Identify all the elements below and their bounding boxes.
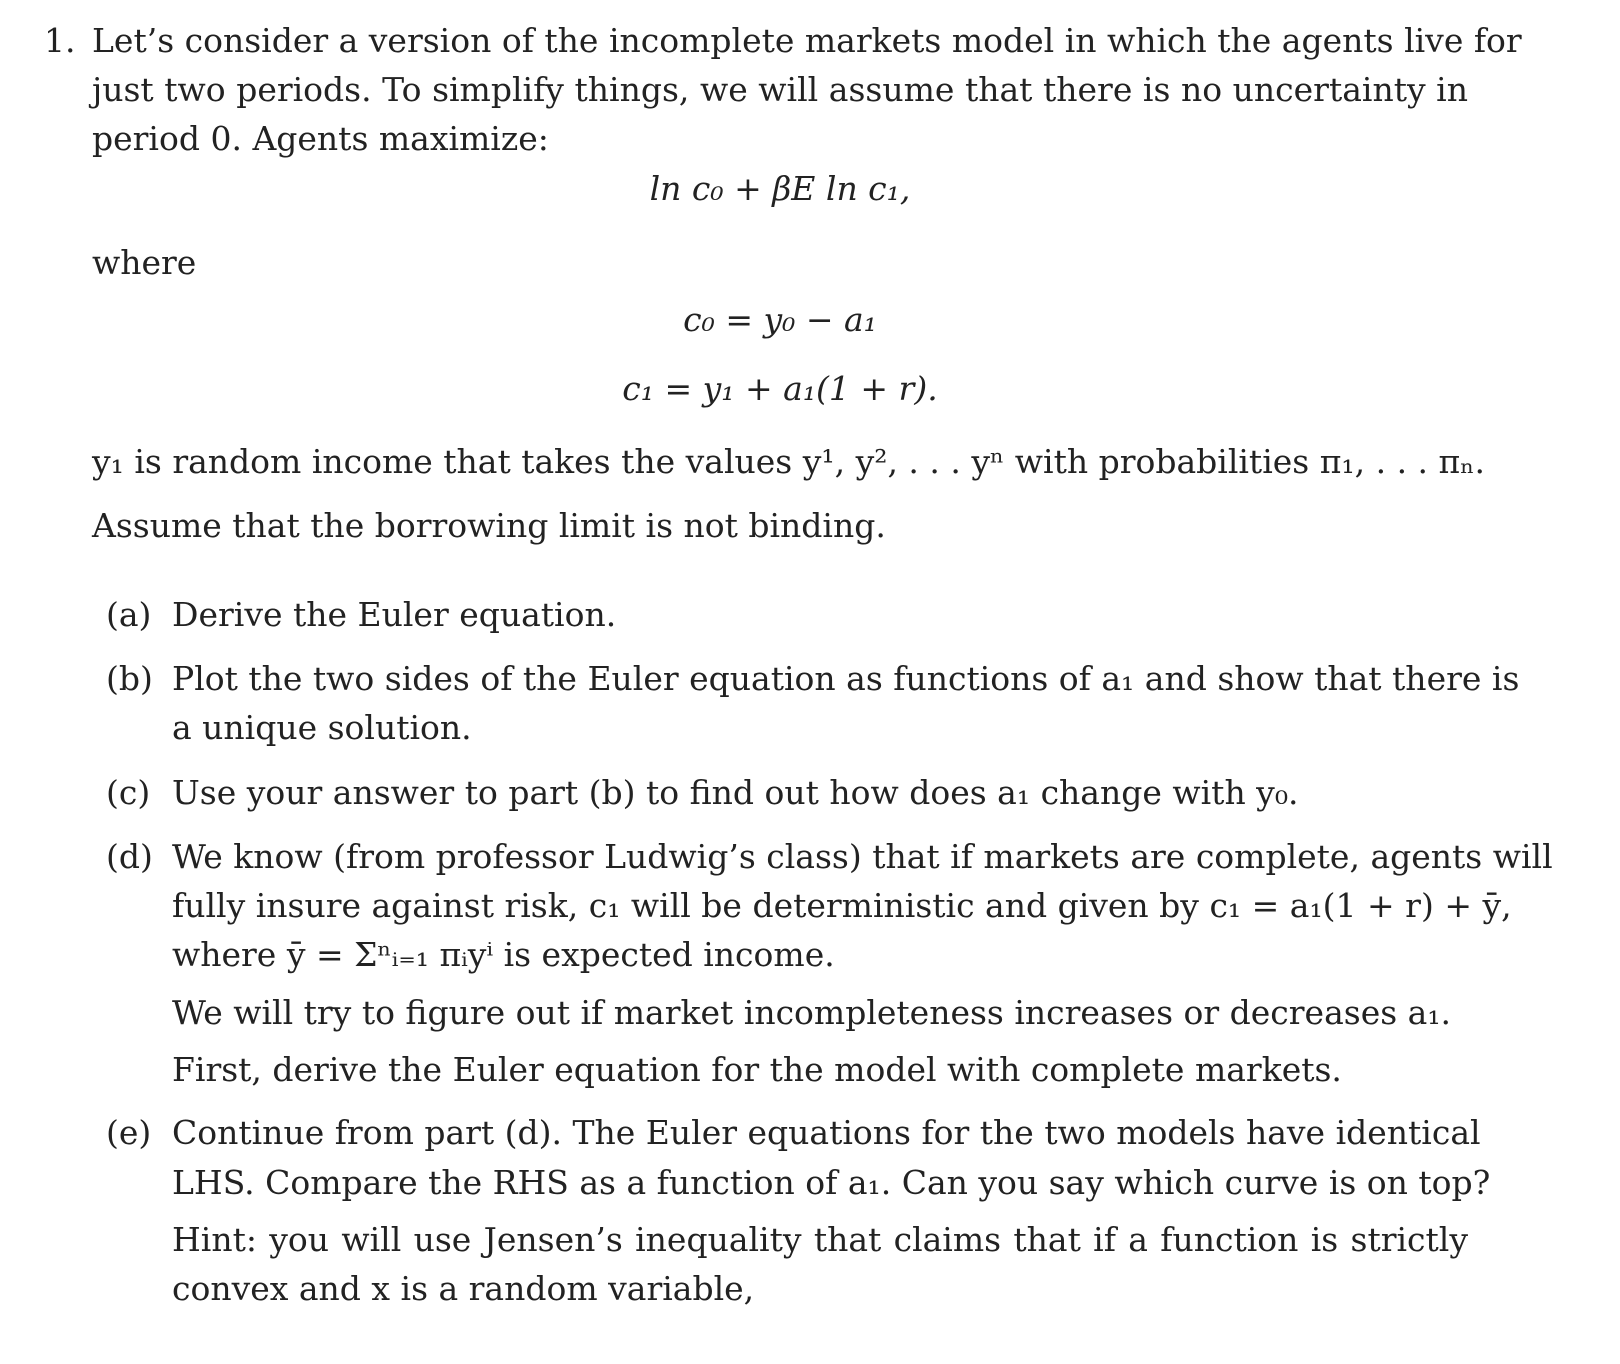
part-e-line-4: convex and x is a random variable, xyxy=(172,1269,755,1308)
part-d-label: (d) xyxy=(106,837,153,876)
part-a-line-1: Derive the Euler equation. xyxy=(172,595,617,634)
intro-line-2: just two periods. To simplify things, we… xyxy=(92,70,1468,109)
part-e-line-1: Continue from part (d). The Euler equati… xyxy=(172,1113,1481,1152)
where-label: where xyxy=(92,243,197,282)
part-e-line-3: Hint: you will use Jensen’s inequality t… xyxy=(172,1220,1468,1259)
constraint-c1: c₁ = y₁ + a₁(1 + r). xyxy=(622,369,938,408)
part-b-line-2: a unique solution. xyxy=(172,708,472,747)
part-d-line-4: We will try to figure out if market inco… xyxy=(172,993,1452,1032)
objective-equation: ln c₀ + βE ln c₁, xyxy=(649,169,911,208)
part-c-label: (c) xyxy=(106,773,151,812)
part-d-line-1: We know (from professor Ludwig’s class) … xyxy=(172,837,1553,876)
part-e-line-2: LHS. Compare the RHS as a function of a₁… xyxy=(172,1163,1491,1202)
part-b-label: (b) xyxy=(106,659,153,698)
constraint-c0: c₀ = y₀ − a₁ xyxy=(683,300,877,339)
part-c-line-1: Use your answer to part (b) to find out … xyxy=(172,773,1299,812)
problem-page: 1. Let’s consider a version of the incom… xyxy=(0,0,1620,1364)
intro-line-3: period 0. Agents maximize: xyxy=(92,119,549,158)
part-d-line-3: where ȳ = Σⁿᵢ₌₁ πᵢyⁱ is expected income. xyxy=(172,935,835,974)
part-d-line-5: First, derive the Euler equation for the… xyxy=(172,1050,1342,1089)
income-description: y₁ is random income that takes the value… xyxy=(92,442,1485,481)
part-e-label: (e) xyxy=(106,1113,152,1152)
problem-number: 1. xyxy=(44,21,76,60)
intro-line-1: Let’s consider a version of the incomple… xyxy=(92,21,1522,60)
part-b-line-1: Plot the two sides of the Euler equation… xyxy=(172,659,1520,698)
part-d-line-2: fully insure against risk, c₁ will be de… xyxy=(172,886,1512,925)
assumption-line: Assume that the borrowing limit is not b… xyxy=(92,506,886,545)
part-a-label: (a) xyxy=(106,595,152,634)
